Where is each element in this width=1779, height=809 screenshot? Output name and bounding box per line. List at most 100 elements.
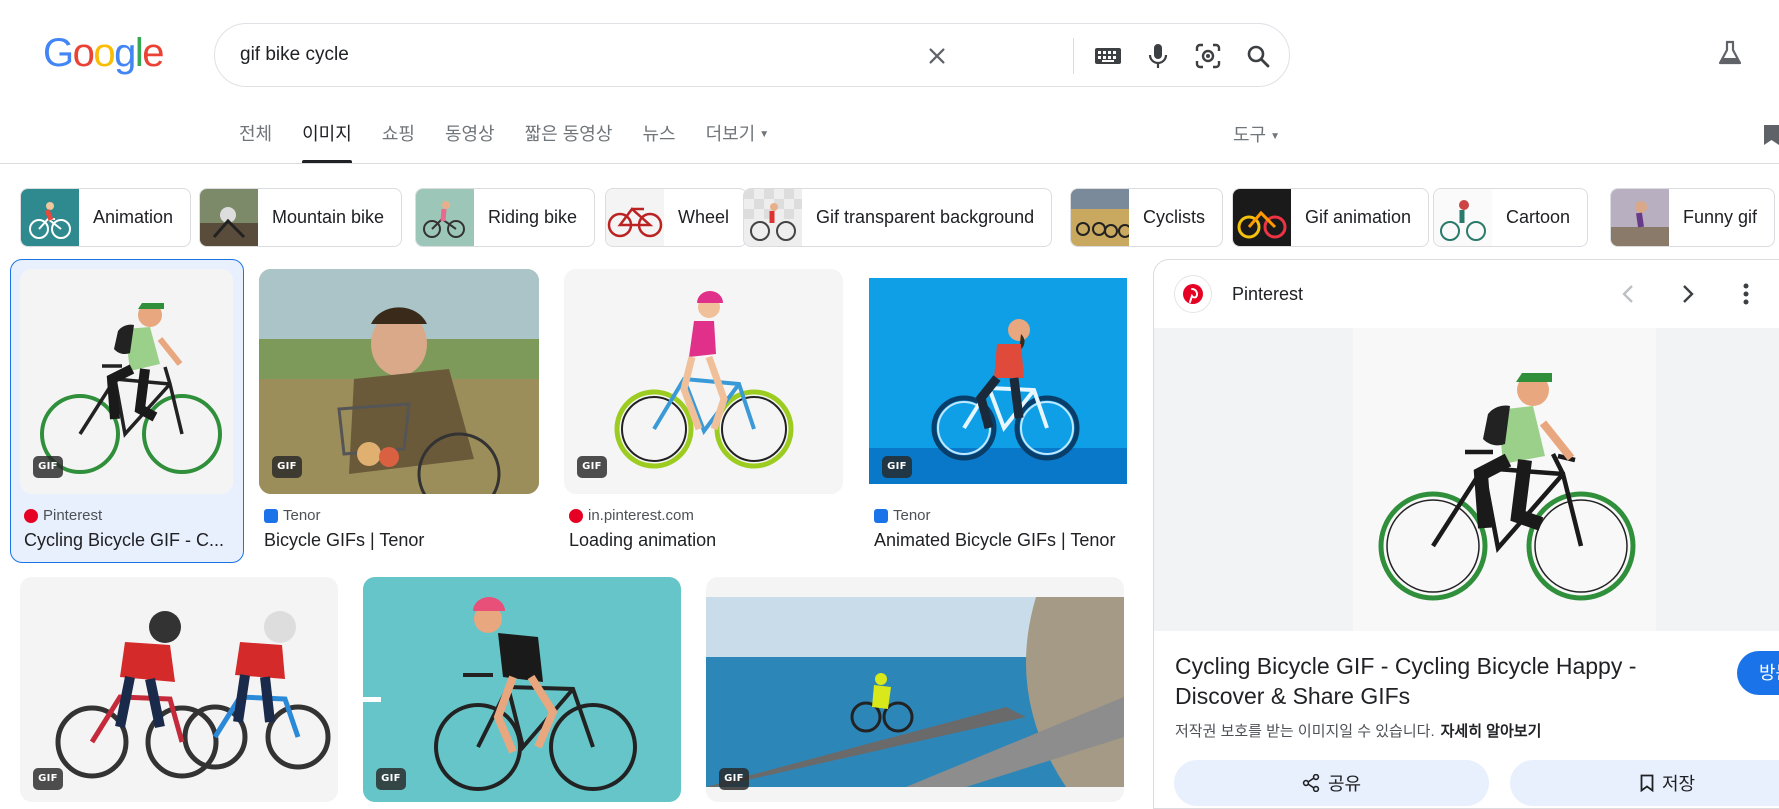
keyboard-icon[interactable] <box>1092 40 1124 72</box>
image-result-6[interactable]: GIF <box>363 577 681 802</box>
result-thumbnail <box>869 278 1127 484</box>
tab-more-label: 더보기 <box>705 124 756 144</box>
chip-gif-animation[interactable]: Gif animation <box>1232 188 1430 247</box>
gif-badge: GIF <box>272 456 302 478</box>
chip-cartoon[interactable]: Cartoon <box>1433 188 1589 247</box>
caret-down-icon: ▼ <box>759 129 770 141</box>
google-logo[interactable]: Google <box>43 31 164 76</box>
labs-flask-icon[interactable] <box>1715 38 1745 68</box>
chip-label: Gif animation <box>1305 207 1412 227</box>
image-result-1[interactable]: GIF Pinterest Cycling Bicycle GIF - C... <box>10 259 244 563</box>
chip-label: Cyclists <box>1143 207 1205 227</box>
tools-button[interactable]: 도구 ▼ <box>1233 121 1280 147</box>
preview-image[interactable] <box>1353 328 1656 631</box>
share-button[interactable]: 공유 <box>1174 760 1489 806</box>
result-source: Tenor <box>264 507 321 524</box>
logo-letter: G <box>43 31 74 75</box>
tab-news[interactable]: 뉴스 <box>642 121 675 163</box>
visit-button[interactable]: 방문 <box>1737 651 1779 695</box>
image-result-2[interactable]: GIF Tenor Bicycle GIFs | Tenor <box>258 259 540 563</box>
result-title[interactable]: Bicycle GIFs | Tenor <box>264 530 540 551</box>
logo-letter: e <box>142 31 164 75</box>
share-icon <box>1302 774 1320 792</box>
chip-thumbnail <box>1233 189 1291 246</box>
result-source: Pinterest <box>24 507 102 524</box>
source-name: Pinterest <box>43 507 103 524</box>
previous-icon[interactable] <box>1612 278 1644 310</box>
chip-mountain-bike[interactable]: Mountain bike <box>199 188 403 247</box>
panel-header: Pinterest <box>1154 260 1779 328</box>
search-tabs: 전체 이미지 쇼핑 동영상 짧은 동영상 뉴스 더보기 ▼ <box>239 121 799 163</box>
result-title[interactable]: Cycling Bicycle GIF - C... <box>24 530 236 551</box>
camera-lens-icon[interactable] <box>1192 40 1224 72</box>
result-source: in.pinterest.com <box>569 507 694 524</box>
chip-funny-gif[interactable]: Funny gif <box>1610 188 1776 247</box>
search-icon[interactable] <box>1242 40 1274 72</box>
next-icon[interactable] <box>1672 278 1704 310</box>
search-box[interactable]: gif bike cycle <box>214 23 1290 87</box>
result-thumbnail <box>20 577 338 802</box>
clear-icon[interactable] <box>921 40 953 72</box>
chip-label: Wheel <box>678 207 730 227</box>
saved-bookmark-icon[interactable] <box>1762 124 1779 146</box>
learn-more-link[interactable]: 자세히 알아보기 <box>1441 723 1542 740</box>
bookmark-icon <box>1640 774 1654 792</box>
chip-gif-transparent-background[interactable]: Gif transparent background <box>743 188 1053 247</box>
tab-short-videos[interactable]: 짧은 동영상 <box>525 121 613 163</box>
tab-all[interactable]: 전체 <box>239 121 272 163</box>
chip-wheel[interactable]: Wheel <box>605 188 748 247</box>
share-label: 공유 <box>1327 774 1362 794</box>
logo-letter: g <box>114 31 136 75</box>
panel-title[interactable]: Cycling Bicycle GIF - Cycling Bicycle Ha… <box>1175 651 1655 711</box>
image-result-5[interactable]: GIF <box>20 577 338 802</box>
tab-videos[interactable]: 동영상 <box>445 121 495 163</box>
panel-source[interactable]: Pinterest <box>1232 284 1303 305</box>
related-search-chips: Animation Mountain bike Riding bike Whee… <box>20 188 1779 247</box>
source-name: Tenor <box>893 507 931 524</box>
chip-thumbnail <box>744 189 802 246</box>
chip-label: Funny gif <box>1683 207 1758 227</box>
chip-thumbnail <box>416 189 474 246</box>
logo-letter: o <box>72 31 95 75</box>
tenor-icon <box>874 508 888 523</box>
tab-shopping[interactable]: 쇼핑 <box>382 121 415 163</box>
result-thumbnail <box>706 577 1124 802</box>
gif-badge: GIF <box>376 768 406 790</box>
search-input[interactable]: gif bike cycle <box>240 44 349 66</box>
tools-label: 도구 <box>1233 125 1267 145</box>
tab-more[interactable]: 더보기 ▼ <box>706 121 770 163</box>
result-thumbnail <box>363 577 681 802</box>
gif-badge: GIF <box>577 456 607 478</box>
chip-animation[interactable]: Animation <box>20 188 192 247</box>
image-result-3[interactable]: GIF in.pinterest.com Loading animation <box>563 259 845 563</box>
save-button[interactable]: 저장 <box>1510 760 1779 806</box>
tab-images[interactable]: 이미지 <box>302 121 352 163</box>
chip-riding-bike[interactable]: Riding bike <box>415 188 596 247</box>
gif-badge: GIF <box>33 456 63 478</box>
result-source: Tenor <box>874 507 931 524</box>
logo-letter: l <box>134 31 144 75</box>
pinterest-icon <box>569 508 583 523</box>
caret-down-icon: ▼ <box>1270 130 1281 142</box>
gif-badge: GIF <box>719 768 749 790</box>
result-title[interactable]: Animated Bicycle GIFs | Tenor <box>874 530 1150 551</box>
chip-thumbnail <box>1071 189 1129 246</box>
copyright-text: 저작권 보호를 받는 이미지일 수 있습니다. <box>1175 723 1435 740</box>
source-name: Tenor <box>283 507 321 524</box>
image-result-7[interactable]: GIF <box>706 577 1124 802</box>
chip-cyclists[interactable]: Cyclists <box>1070 188 1223 247</box>
microphone-icon[interactable] <box>1142 40 1174 72</box>
chip-label: Cartoon <box>1506 207 1571 227</box>
chip-thumbnail <box>200 189 258 246</box>
logo-letter: o <box>93 31 115 75</box>
result-title[interactable]: Loading animation <box>569 530 845 551</box>
gif-badge: GIF <box>882 456 912 478</box>
chip-thumbnail <box>1611 189 1669 246</box>
chip-thumbnail <box>606 189 664 246</box>
chip-label: Mountain bike <box>272 207 385 227</box>
search-separator <box>1073 38 1074 74</box>
image-preview-panel: Pinterest Cycling Bicycle GIF - Cycling … <box>1153 259 1779 809</box>
chip-thumbnail <box>1434 189 1492 246</box>
image-result-4[interactable]: GIF Tenor Animated Bicycle GIFs | Tenor <box>868 259 1150 563</box>
more-options-icon[interactable] <box>1730 278 1762 310</box>
